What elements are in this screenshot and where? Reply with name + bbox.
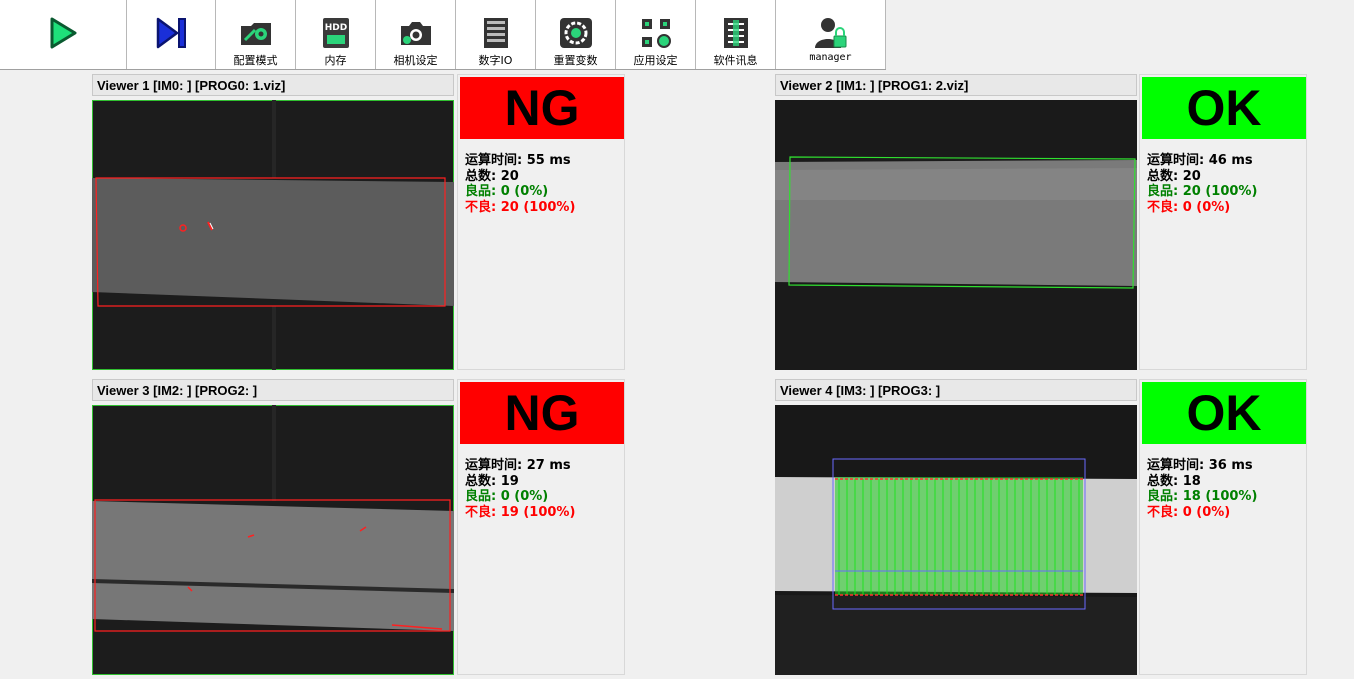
camera-settings-button[interactable]: 相机设定 — [376, 0, 456, 69]
viewer-3-title: Viewer 3 [IM2: ] [PROG2: ] — [92, 379, 454, 401]
hdd-icon: HDD — [319, 16, 353, 50]
viewer-3-good: 良品: 0 (0%) — [465, 489, 549, 504]
viewer-4-bad: 不良: 0 (0%) — [1147, 504, 1231, 520]
viewer-1-stats: 运算时间: 55 ms 总数: 20 良品: 0 (0%) 不良: 20 (10… — [465, 153, 575, 215]
viewer-3-stats: 运算时间: 27 ms 总数: 19 良品: 0 (0%) 不良: 19 (10… — [465, 458, 575, 520]
info-list-icon — [719, 16, 753, 50]
viewer-3-time: 运算时间: 27 ms — [465, 458, 571, 473]
software-info-label: 软件讯息 — [713, 54, 758, 67]
viewer-3-result-panel: NG 运算时间: 27 ms 总数: 19 良品: 0 (0%) 不良: 19 … — [457, 379, 625, 675]
play-icon — [46, 16, 80, 50]
viewer-1-time: 运算时间: 55 ms — [465, 153, 571, 168]
viewer-1-verdict: NG — [460, 77, 624, 139]
viewer-4-time: 运算时间: 36 ms — [1147, 458, 1253, 473]
reset-vars-label: 重置变数 — [553, 54, 598, 67]
digital-io-label: 数字IO — [478, 54, 513, 67]
viewer-1-bad: 不良: 20 (100%) — [465, 199, 576, 215]
viewer-1: Viewer 1 [IM0: ] [PROG0: 1.viz] — [92, 74, 454, 374]
memory-button[interactable]: HDD 内存 — [296, 0, 376, 69]
viewer-2-total: 总数: 20 — [1147, 168, 1201, 184]
viewer-3-bad: 不良: 19 (100%) — [465, 504, 576, 520]
reset-gear-icon — [559, 16, 593, 50]
user-lock-icon — [814, 16, 848, 50]
viewer-4-good: 良品: 18 (100%) — [1147, 489, 1258, 504]
viewer-3-verdict: NG — [460, 382, 624, 444]
viewer-2-title: Viewer 2 [IM1: ] [PROG1: 2.viz] — [775, 74, 1137, 96]
viewer-2-time: 运算时间: 46 ms — [1147, 153, 1253, 168]
user-label: manager — [809, 52, 852, 63]
viewer-2-result-panel: OK 运算时间: 46 ms 总数: 20 良品: 20 (100%) 不良: … — [1139, 74, 1307, 370]
qr-gear-icon — [639, 16, 673, 50]
viewer-4-image[interactable] — [775, 405, 1137, 675]
viewer-1-title: Viewer 1 [IM0: ] [PROG0: 1.viz] — [92, 74, 454, 96]
camera-gear-icon — [399, 16, 433, 50]
io-rack-icon — [479, 16, 513, 50]
viewer-1-image[interactable] — [92, 100, 454, 370]
viewer-3-total: 总数: 19 — [465, 473, 519, 489]
config-mode-button[interactable]: 配置模式 — [216, 0, 296, 69]
toolbar: 配置模式 HDD 内存 相机设定 数字IO 重置变数 应用设定 软件讯息 man… — [0, 0, 886, 70]
viewer-2: Viewer 2 [IM1: ] [PROG1: 2.viz] — [775, 74, 1137, 374]
reset-vars-button[interactable]: 重置变数 — [536, 0, 616, 69]
viewer-2-image[interactable] — [775, 100, 1137, 370]
step-button[interactable] — [127, 0, 216, 69]
viewer-4-title: Viewer 4 [IM3: ] [PROG3: ] — [775, 379, 1137, 401]
step-forward-icon — [154, 16, 188, 50]
config-mode-label: 配置模式 — [233, 54, 278, 67]
memory-label: 内存 — [324, 54, 347, 67]
viewer-4-result-panel: OK 运算时间: 36 ms 总数: 18 良品: 18 (100%) 不良: … — [1139, 379, 1307, 675]
viewer-1-total: 总数: 20 — [465, 168, 519, 184]
digital-io-button[interactable]: 数字IO — [456, 0, 536, 69]
run-button[interactable] — [0, 0, 127, 69]
viewer-2-verdict: OK — [1142, 77, 1306, 139]
viewer-3: Viewer 3 [IM2: ] [PROG2: ] — [92, 379, 454, 679]
viewer-2-stats: 运算时间: 46 ms 总数: 20 良品: 20 (100%) 不良: 0 (… — [1147, 153, 1257, 215]
user-button[interactable]: manager — [776, 0, 886, 69]
app-settings-button[interactable]: 应用设定 — [616, 0, 696, 69]
viewer-1-good: 良品: 0 (0%) — [465, 184, 549, 199]
viewer-2-good: 良品: 20 (100%) — [1147, 184, 1258, 199]
software-info-button[interactable]: 软件讯息 — [696, 0, 776, 69]
app-settings-label: 应用设定 — [633, 54, 678, 67]
camera-settings-label: 相机设定 — [393, 54, 438, 67]
viewer-4-total: 总数: 18 — [1147, 473, 1201, 489]
viewer-3-image[interactable] — [92, 405, 454, 675]
viewer-4-stats: 运算时间: 36 ms 总数: 18 良品: 18 (100%) 不良: 0 (… — [1147, 458, 1257, 520]
folder-gear-icon — [239, 16, 273, 50]
viewer-2-bad: 不良: 0 (0%) — [1147, 199, 1231, 215]
viewer-4-verdict: OK — [1142, 382, 1306, 444]
viewer-4: Viewer 4 [IM3: ] [PROG3: ] — [775, 379, 1137, 679]
svg-text:HDD: HDD — [324, 23, 346, 33]
viewer-1-result-panel: NG 运算时间: 55 ms 总数: 20 良品: 0 (0%) 不良: 20 … — [457, 74, 625, 370]
